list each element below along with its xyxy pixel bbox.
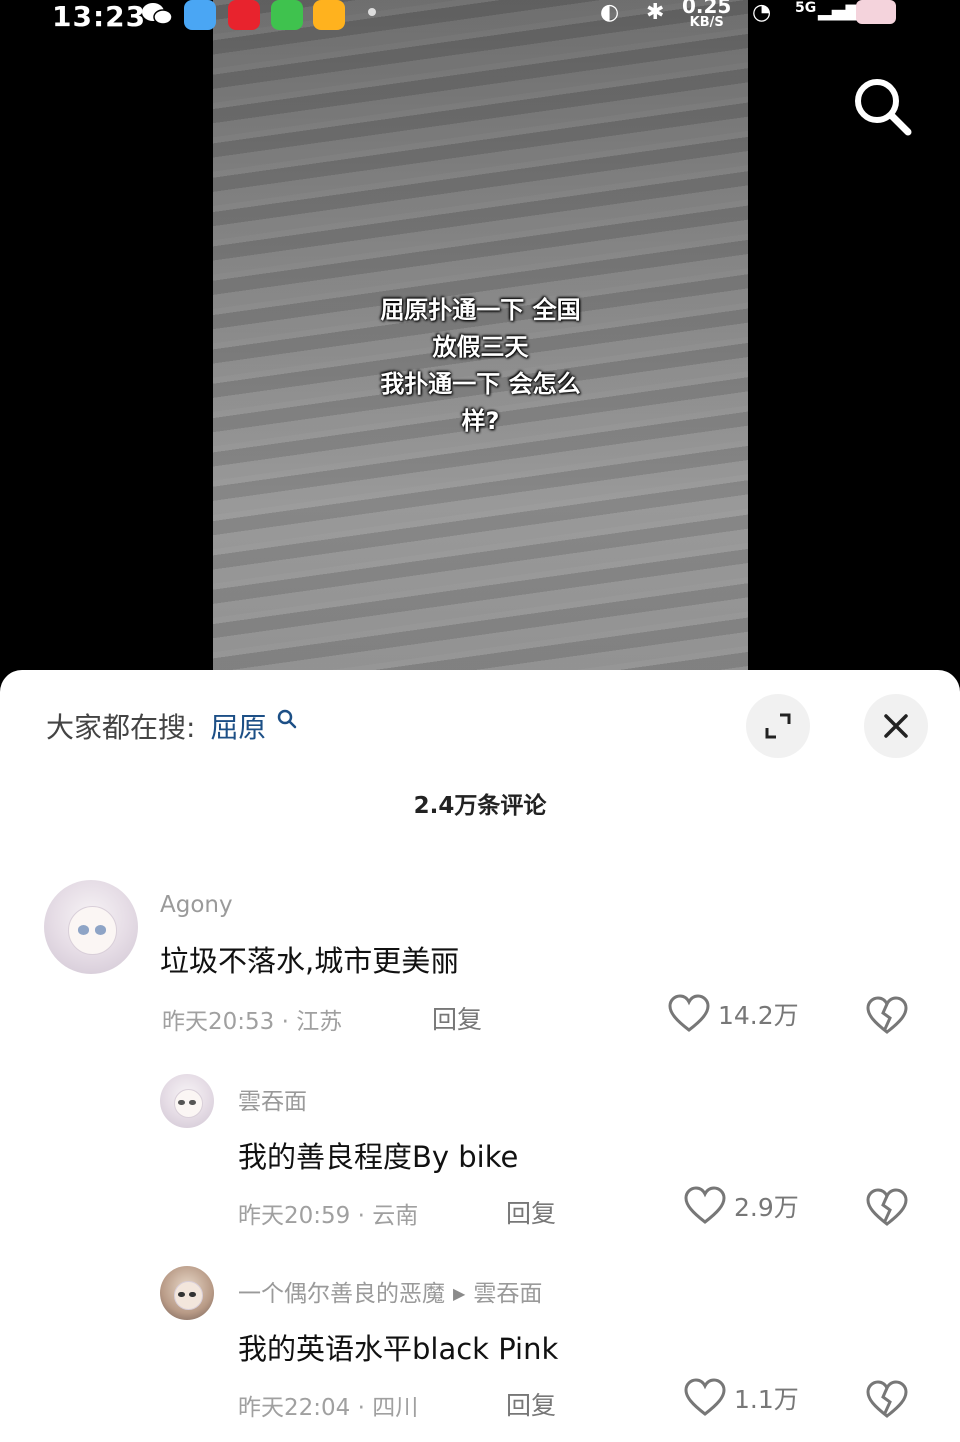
expand-icon: [765, 713, 791, 739]
notification-dot-icon: [368, 8, 376, 16]
broken-heart-icon: [866, 996, 908, 1034]
hot-search-keyword[interactable]: 屈原: [210, 711, 266, 744]
comment-text: 我的善良程度By bike: [238, 1140, 519, 1174]
video-player[interactable]: 屈原扑通一下 全国 放假三天 我扑通一下 会怎么 样?: [213, 0, 748, 672]
like-button[interactable]: 14.2万: [668, 994, 799, 1034]
dislike-button[interactable]: [866, 996, 908, 1040]
like-button[interactable]: 1.1万: [684, 1378, 799, 1418]
comment-meta: 昨天20:53 · 江苏: [162, 1009, 343, 1035]
heart-icon: [684, 1186, 726, 1224]
like-count: 14.2万: [718, 1001, 799, 1030]
hot-search-label: 大家都在搜:: [46, 711, 196, 744]
nfc-icon: ◐: [600, 0, 620, 25]
comment-panel: 大家都在搜: 屈原 2.4万条评论 Agony 垃圾不落水,城市更美丽 昨天20…: [0, 670, 960, 1442]
caption-line: 样?: [461, 407, 500, 435]
comment-username: 一个偶尔善良的恶魔 ▶ 雲吞面: [238, 1274, 542, 1308]
shopping-app-icon: [313, 0, 345, 30]
reply-arrow-icon: ▶: [453, 1284, 466, 1303]
dislike-button[interactable]: [866, 1188, 908, 1232]
reply-button[interactable]: 回复: [506, 1386, 556, 1422]
network-type: 5G: [795, 0, 817, 16]
comment-username[interactable]: Agony: [160, 892, 233, 918]
caption-line: 屈原扑通一下 全国: [380, 296, 581, 324]
reply-author[interactable]: 一个偶尔善良的恶魔: [238, 1281, 445, 1307]
messages-app-icon: [271, 0, 303, 30]
caption-line: 放假三天: [432, 333, 529, 361]
close-button[interactable]: [864, 694, 928, 758]
broken-heart-icon: [866, 1188, 908, 1226]
comment-text: 垃圾不落水,城市更美丽: [160, 944, 460, 978]
heart-icon: [684, 1378, 726, 1416]
comment-text: 我的英语水平black Pink: [238, 1332, 559, 1366]
expand-button[interactable]: [746, 694, 810, 758]
status-bar: 13:23 ◐ ✱ 0.25 KB/S ◔ 5G ▂▄▆: [0, 0, 960, 44]
video-caption: 屈原扑通一下 全国 放假三天 我扑通一下 会怎么 样?: [213, 292, 748, 440]
dislike-button[interactable]: [866, 1380, 908, 1424]
network-speed: 0.25 KB/S: [682, 0, 732, 30]
reply-button[interactable]: 回复: [506, 1194, 556, 1230]
bluetooth-icon: ✱: [646, 0, 665, 25]
caption-line: 我扑通一下 会怎么: [380, 370, 581, 398]
reply-comment-item: 雲吞面 我的善良程度By bike 昨天20:59 · 云南 回复 2.9万: [0, 1072, 960, 1242]
reply-target[interactable]: 雲吞面: [473, 1281, 542, 1307]
signal-icon: ▂▄▆: [818, 0, 860, 21]
like-count: 1.1万: [734, 1385, 799, 1414]
like-count: 2.9万: [734, 1193, 799, 1222]
comment-meta: 昨天20:59 · 云南: [238, 1203, 419, 1229]
reply-button[interactable]: 回复: [432, 1000, 482, 1036]
broken-heart-icon: [866, 1380, 908, 1418]
comment-item: Agony 垃圾不落水,城市更美丽 昨天20:53 · 江苏 回复 14.2万: [0, 880, 960, 1050]
reply-comment-item: 一个偶尔善良的恶魔 ▶ 雲吞面 我的英语水平black Pink 昨天22:04 ·…: [0, 1264, 960, 1434]
taobao-app-icon: [228, 0, 260, 30]
comment-meta: 昨天22:04 · 四川: [238, 1395, 419, 1421]
avatar[interactable]: [44, 880, 138, 974]
comment-username[interactable]: 雲吞面: [238, 1082, 307, 1116]
battery-icon: [856, 0, 896, 24]
avatar[interactable]: [160, 1266, 214, 1320]
close-icon: [884, 714, 908, 738]
vibrate-icon: ◔: [752, 0, 772, 25]
weather-app-icon: [184, 0, 216, 30]
heart-icon: [668, 994, 710, 1032]
like-button[interactable]: 2.9万: [684, 1186, 799, 1226]
wechat-icon: [140, 0, 173, 30]
small-search-icon: [278, 709, 297, 729]
status-time: 13:23: [52, 0, 147, 33]
hot-search-bar: 大家都在搜: 屈原: [46, 706, 297, 746]
avatar[interactable]: [160, 1074, 214, 1128]
search-icon[interactable]: [852, 76, 914, 138]
comment-count: 2.4万条评论: [413, 793, 547, 819]
